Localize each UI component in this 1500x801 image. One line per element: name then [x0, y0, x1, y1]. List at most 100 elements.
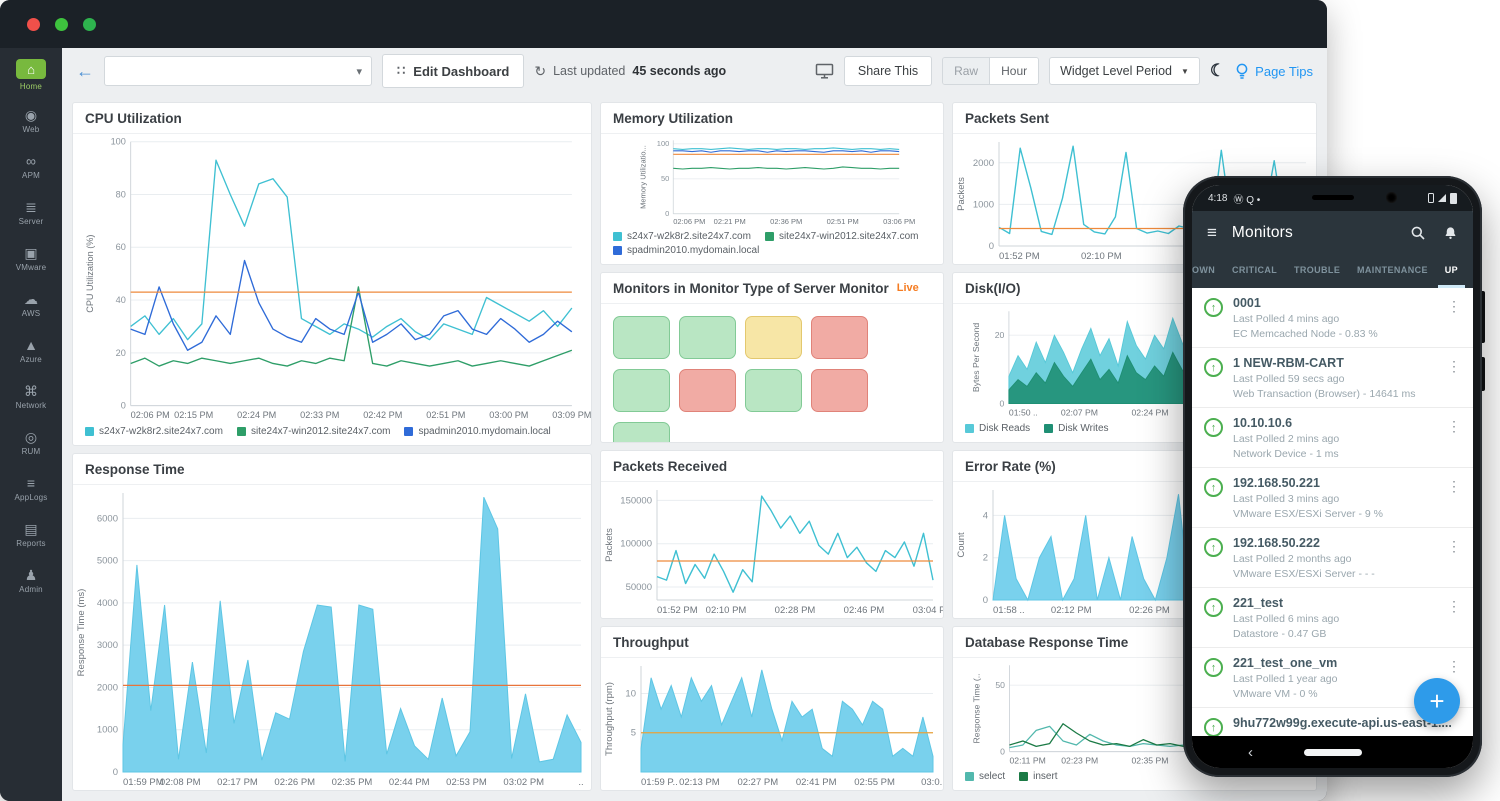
list-item[interactable]: ↑ 192.168.50.221 Last Polled 3 mins ago …: [1192, 468, 1473, 528]
monitor-tile-green[interactable]: [613, 316, 670, 359]
tab-maintenance[interactable]: MAINTENANCE: [1350, 255, 1435, 288]
svg-text:01:59 PM: 01:59 PM: [123, 777, 164, 788]
legend-item: spadmin2010.mydomain.local: [613, 245, 759, 256]
svg-text:Throughput (rpm): Throughput (rpm): [604, 682, 615, 756]
window-minimize-button[interactable]: [55, 18, 68, 31]
kebab-menu-icon[interactable]: ⋮: [1447, 596, 1461, 640]
chevron-down-icon: ▼: [1181, 67, 1189, 76]
hour-toggle[interactable]: Hour: [990, 58, 1038, 84]
display-share-icon[interactable]: [815, 63, 834, 79]
sidebar-item-reports[interactable]: ▤ Reports: [0, 512, 62, 558]
kebab-menu-icon[interactable]: ⋮: [1447, 296, 1461, 340]
widget-title: Throughput: [601, 627, 943, 658]
sidebar-item-label: VMware: [16, 263, 47, 272]
svg-text:CPU Utilization (%): CPU Utilization (%): [85, 235, 95, 313]
widget-level-period-select[interactable]: Widget Level Period ▼: [1049, 57, 1200, 85]
monitor-name: 0001: [1233, 296, 1437, 310]
dashboard-select[interactable]: ▾: [104, 56, 372, 86]
status-up-icon: ↑: [1204, 598, 1223, 617]
home-icon: ⌂: [16, 59, 46, 79]
monitor-type: VMware ESX/ESXi Server - 9 %: [1233, 508, 1437, 520]
monitor-name: 192.168.50.222: [1233, 536, 1437, 550]
window-zoom-button[interactable]: [83, 18, 96, 31]
kebab-menu-icon[interactable]: ⋮: [1447, 536, 1461, 580]
monitor-tile-green[interactable]: [679, 316, 736, 359]
monitor-tile-red[interactable]: [679, 369, 736, 412]
svg-text:Response Time (..: Response Time (..: [972, 673, 982, 743]
monitor-name: 221_test: [1233, 596, 1437, 610]
tab-critical[interactable]: CRITICAL: [1225, 255, 1284, 288]
nav-back-icon[interactable]: ‹: [1248, 744, 1253, 761]
svg-text:2000: 2000: [973, 158, 994, 169]
svg-text:50: 50: [661, 174, 669, 183]
share-this-button[interactable]: Share This: [844, 56, 932, 86]
sidebar-item-home[interactable]: ⌂ Home: [0, 52, 62, 98]
menu-icon[interactable]: ≡: [1207, 223, 1217, 243]
list-item[interactable]: ↑ 1 NEW-RBM-CART Last Polled 59 secs ago…: [1192, 348, 1473, 408]
sidebar-item-admin[interactable]: ♟ Admin: [0, 558, 62, 604]
sidebar-item-apm[interactable]: ∞ APM: [0, 144, 62, 190]
home-indicator[interactable]: [1304, 749, 1362, 756]
svg-text:02:21 PM: 02:21 PM: [714, 217, 746, 226]
status-up-icon: ↑: [1204, 538, 1223, 557]
svg-text:50000: 50000: [626, 582, 652, 593]
search-icon[interactable]: [1410, 225, 1426, 241]
monitor-tile-green[interactable]: [745, 369, 802, 412]
monitor-tile-yellow[interactable]: [745, 316, 802, 359]
battery-icon: [1450, 193, 1457, 204]
monitor-tile-red[interactable]: [811, 316, 868, 359]
sidebar-item-applogs[interactable]: ≡ AppLogs: [0, 466, 62, 512]
bell-icon[interactable]: [1443, 225, 1458, 241]
app-window: ⌂ Home ◉ Web ∞ APM ≣ Server ▣ VMware ☁ A…: [0, 0, 1327, 801]
svg-text:02:55 PM: 02:55 PM: [854, 777, 895, 788]
raw-toggle[interactable]: Raw: [943, 58, 990, 84]
list-item[interactable]: ↑ 221_test Last Polled 6 mins ago Datast…: [1192, 588, 1473, 648]
monitor-polled: Last Polled 2 months ago: [1233, 553, 1437, 565]
monitor-tile-green[interactable]: [613, 422, 670, 443]
add-monitor-fab[interactable]: +: [1414, 678, 1460, 724]
phone-nav-bar: ‹: [1192, 736, 1473, 768]
sidebar-item-rum[interactable]: ◎ RUM: [0, 420, 62, 466]
phone-screen: 4:18 Ⓦ Q • ≡ Monitors: [1192, 185, 1473, 768]
sidebar-item-server[interactable]: ≣ Server: [0, 190, 62, 236]
tab-trouble[interactable]: TROUBLE: [1287, 255, 1347, 288]
kebab-menu-icon[interactable]: ⋮: [1447, 416, 1461, 460]
kebab-menu-icon[interactable]: ⋮: [1447, 476, 1461, 520]
monitor-type: VMware VM - 0 %: [1233, 688, 1437, 700]
list-item[interactable]: ↑ 0001 Last Polled 4 mins ago EC Memcach…: [1192, 288, 1473, 348]
admin-icon: ♟: [25, 568, 38, 582]
status-up-icon: ↑: [1204, 718, 1223, 736]
list-item[interactable]: ↑ 192.168.50.222 Last Polled 2 months ag…: [1192, 528, 1473, 588]
edit-dashboard-button[interactable]: ∷ Edit Dashboard: [382, 54, 524, 88]
widget-title: Packets Received: [601, 451, 943, 482]
tab-up[interactable]: UP: [1438, 255, 1465, 288]
legend-item: insert: [1019, 771, 1057, 782]
svg-text:0: 0: [989, 241, 994, 252]
monitor-polled: Last Polled 1 year ago: [1233, 673, 1437, 685]
sidebar: ⌂ Home ◉ Web ∞ APM ≣ Server ▣ VMware ☁ A…: [0, 48, 62, 801]
status-up-icon: ↑: [1204, 658, 1223, 677]
monitor-tile-green[interactable]: [613, 369, 670, 412]
tab-down[interactable]: OWN: [1192, 255, 1222, 288]
refresh-icon[interactable]: ↻: [534, 63, 546, 80]
svg-text:0: 0: [983, 595, 988, 606]
svg-text:Bytes Per Second: Bytes Per Second: [971, 323, 981, 392]
sidebar-item-vmware[interactable]: ▣ VMware: [0, 236, 62, 282]
window-close-button[interactable]: [27, 18, 40, 31]
sidebar-item-web[interactable]: ◉ Web: [0, 98, 62, 144]
monitor-name: 221_test_one_vm: [1233, 656, 1437, 670]
page-tips-button[interactable]: Page Tips: [1235, 63, 1313, 80]
sidebar-item-aws[interactable]: ☁ AWS: [0, 282, 62, 328]
sidebar-item-network[interactable]: ⌘ Network: [0, 374, 62, 420]
lightbulb-icon: [1235, 63, 1249, 80]
legend-item: select: [965, 771, 1005, 782]
sidebar-item-azure[interactable]: ▲ Azure: [0, 328, 62, 374]
widget-title: Response Time: [73, 454, 591, 485]
svg-text:100: 100: [657, 139, 670, 148]
monitor-tile-red[interactable]: [811, 369, 868, 412]
svg-text:01:52 PM: 01:52 PM: [657, 605, 698, 616]
dark-mode-moon-icon[interactable]: ☾: [1210, 61, 1225, 81]
list-item[interactable]: ↑ 10.10.10.6 Last Polled 2 mins ago Netw…: [1192, 408, 1473, 468]
kebab-menu-icon[interactable]: ⋮: [1447, 356, 1461, 400]
back-button[interactable]: ←: [76, 61, 94, 82]
